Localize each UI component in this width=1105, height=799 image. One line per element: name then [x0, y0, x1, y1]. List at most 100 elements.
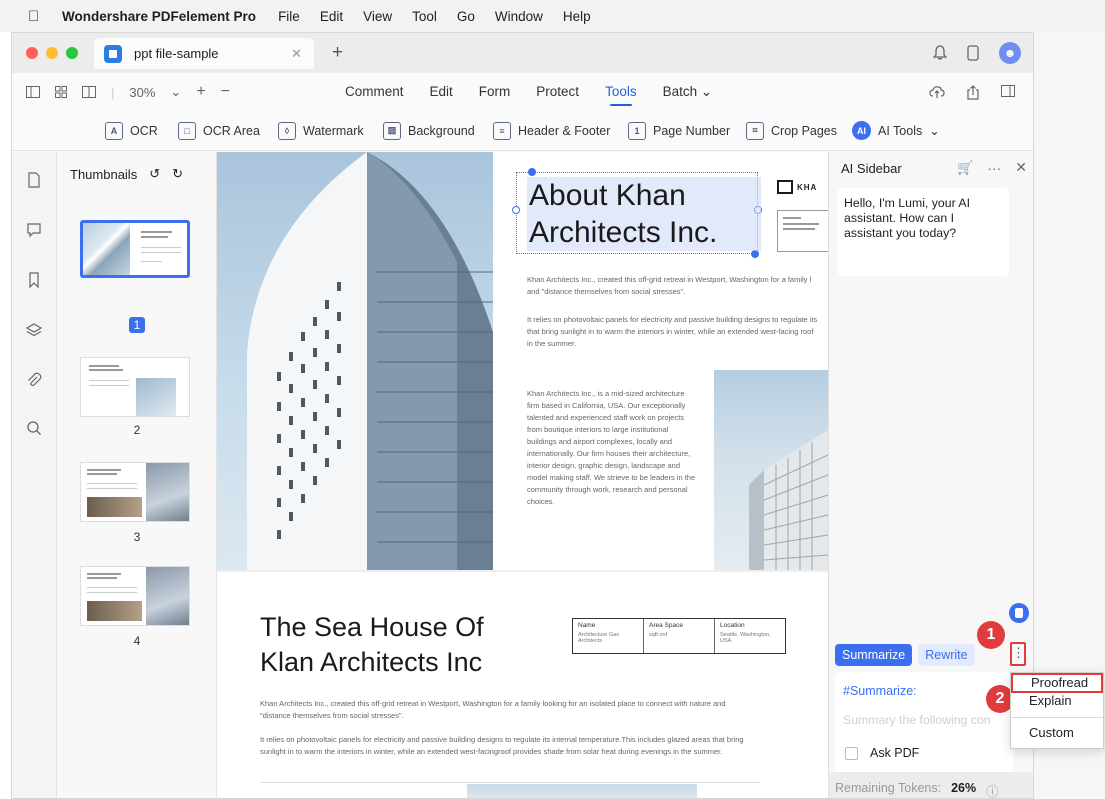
document-canvas[interactable]: About Khan Architects Inc. KHA Khan Arch… [217, 152, 828, 798]
rotate-left-icon[interactable]: ↺ [149, 166, 160, 182]
layers-icon[interactable] [26, 322, 42, 338]
tab-comment[interactable]: Comment [345, 84, 404, 100]
info-box [777, 210, 828, 252]
selection-handle-top[interactable] [528, 168, 536, 176]
crop-pages-label: Crop Pages [771, 123, 838, 138]
bookmark-icon[interactable] [26, 272, 42, 288]
mac-menu-bar:  Wondershare PDFelement Pro File Edit V… [0, 0, 1105, 32]
divider [260, 782, 760, 783]
selection-handle-bottom[interactable] [751, 250, 759, 258]
crop-pages-button[interactable]: ⌗ Crop Pages [746, 121, 838, 140]
user-avatar[interactable]: ☻ [999, 42, 1021, 64]
tab-tools[interactable]: Tools [605, 84, 637, 106]
background-button[interactable]: ▨ Background [383, 121, 475, 140]
menu-window[interactable]: Window [495, 9, 543, 24]
thumbnail-page-3[interactable] [80, 462, 190, 522]
tab-batch[interactable]: Batch ⌄ [663, 84, 713, 100]
apple-icon[interactable]:  [28, 8, 44, 25]
more-prompts-button[interactable]: ⋮ [1010, 642, 1026, 666]
share-icon[interactable] [967, 84, 979, 100]
header-footer-button[interactable]: ≡ Header & Footer [493, 121, 611, 140]
menu-file[interactable]: File [278, 9, 300, 24]
attachment-icon[interactable] [26, 372, 42, 388]
rewrite-chip[interactable]: Rewrite [918, 644, 975, 666]
app-name-menu[interactable]: Wondershare PDFelement Pro [62, 9, 256, 24]
menu-separator [1011, 717, 1103, 718]
thumbnail-page-2[interactable] [80, 357, 190, 417]
menu-item-proofread[interactable]: Proofread [1011, 673, 1103, 693]
main-toolbar: | 30% ⌄ + − Comment Edit Form Protect To… [12, 73, 1033, 111]
table-cell: Name Architecture Gas Architects [573, 619, 644, 653]
chevron-down-icon: ⌄ [929, 124, 940, 138]
sidebar-toggle-icon[interactable] [26, 86, 40, 98]
logo-mark-icon [777, 180, 793, 194]
page2-paragraph-2: It relies on photovoltaic panels for ele… [260, 735, 744, 756]
page2-photo [467, 784, 697, 798]
device-icon[interactable] [967, 45, 979, 61]
prompt-input[interactable]: Summary the following con [843, 713, 1013, 727]
page-layout-icon[interactable] [82, 86, 96, 98]
minimize-window-button[interactable] [46, 47, 58, 59]
tab-edit[interactable]: Edit [430, 84, 453, 100]
menu-go[interactable]: Go [457, 9, 475, 24]
tab-protect[interactable]: Protect [536, 84, 579, 100]
menu-help[interactable]: Help [563, 9, 591, 24]
bell-icon[interactable] [933, 45, 947, 61]
panel-toggle-icon[interactable] [1001, 84, 1015, 97]
zoom-level[interactable]: 30% [129, 85, 155, 100]
pdf-page-2: The Sea House Of Klan Architects Inc Nam… [217, 572, 828, 798]
header-footer-icon: ≡ [493, 121, 511, 140]
thumbnail-page-4[interactable] [80, 566, 190, 626]
header-footer-label: Header & Footer [518, 123, 611, 138]
close-window-button[interactable] [26, 47, 38, 59]
page-number-label: Page Number [653, 123, 731, 138]
ocr-button[interactable]: A OCR [105, 121, 158, 140]
menu-edit[interactable]: Edit [320, 9, 343, 24]
document-tab-title: ppt file-sample [134, 46, 219, 61]
watermark-button[interactable]: ◊ Watermark [278, 121, 364, 140]
thumbnails-title: Thumbnails [70, 166, 138, 182]
search-icon[interactable] [26, 420, 42, 436]
more-options-icon[interactable]: ··· [987, 160, 1001, 176]
selection-handle-left[interactable] [512, 206, 520, 214]
prompt-input-box[interactable]: #Summarize: Summary the following con As… [835, 672, 1013, 782]
close-icon[interactable]: ✕ [1015, 159, 1027, 176]
ai-assistant-icon[interactable] [1009, 603, 1029, 623]
new-tab-button[interactable]: + [332, 42, 343, 64]
thumbnail-page-1[interactable] [80, 220, 190, 278]
thumbnail-number-3: 3 [133, 530, 141, 544]
grid-view-icon[interactable] [55, 86, 67, 98]
page-number-icon: 1 [628, 121, 646, 140]
zoom-out-button[interactable]: − [221, 83, 230, 101]
page1-title[interactable]: About Khan Architects Inc. [527, 177, 761, 251]
ai-tools-button[interactable]: AI AI Tools ⌄ [852, 121, 940, 140]
background-icon: ▨ [383, 121, 401, 140]
ocr-area-button[interactable]: □ OCR Area [178, 121, 260, 140]
zoom-window-button[interactable] [66, 47, 78, 59]
menu-item-custom[interactable]: Custom [1011, 725, 1103, 740]
menu-item-explain[interactable]: Explain [1011, 693, 1103, 708]
info-icon[interactable]: ⓘ [986, 781, 999, 798]
tab-form[interactable]: Form [479, 84, 511, 100]
summarize-chip[interactable]: Summarize [835, 644, 913, 666]
zoom-dropdown-icon[interactable]: ⌄ [170, 84, 181, 100]
tokens-label: Remaining Tokens: [835, 781, 942, 795]
left-icon-rail [12, 152, 57, 798]
zoom-in-button[interactable]: + [196, 83, 205, 101]
project-info-table: Name Architecture Gas Architects Area Sp… [572, 618, 786, 654]
rotate-right-icon[interactable]: ↻ [172, 166, 183, 182]
cloud-upload-icon[interactable] [929, 85, 945, 99]
comment-icon[interactable] [26, 222, 42, 238]
close-tab-icon[interactable]: ✕ [291, 46, 302, 62]
second-building-photo [714, 370, 828, 570]
ask-pdf-option[interactable]: Ask PDF [845, 746, 919, 760]
watermark-label: Watermark [303, 123, 364, 138]
menu-tool[interactable]: Tool [412, 9, 437, 24]
menu-view[interactable]: View [363, 9, 392, 24]
chevron-down-icon: ⌄ [700, 84, 713, 99]
ask-pdf-checkbox[interactable] [845, 746, 858, 760]
page-number-button[interactable]: 1 Page Number [628, 121, 731, 140]
document-tab[interactable]: ppt file-sample ✕ [94, 38, 314, 69]
page-icon[interactable] [26, 172, 42, 188]
cart-icon[interactable]: 🛒 [957, 160, 973, 176]
